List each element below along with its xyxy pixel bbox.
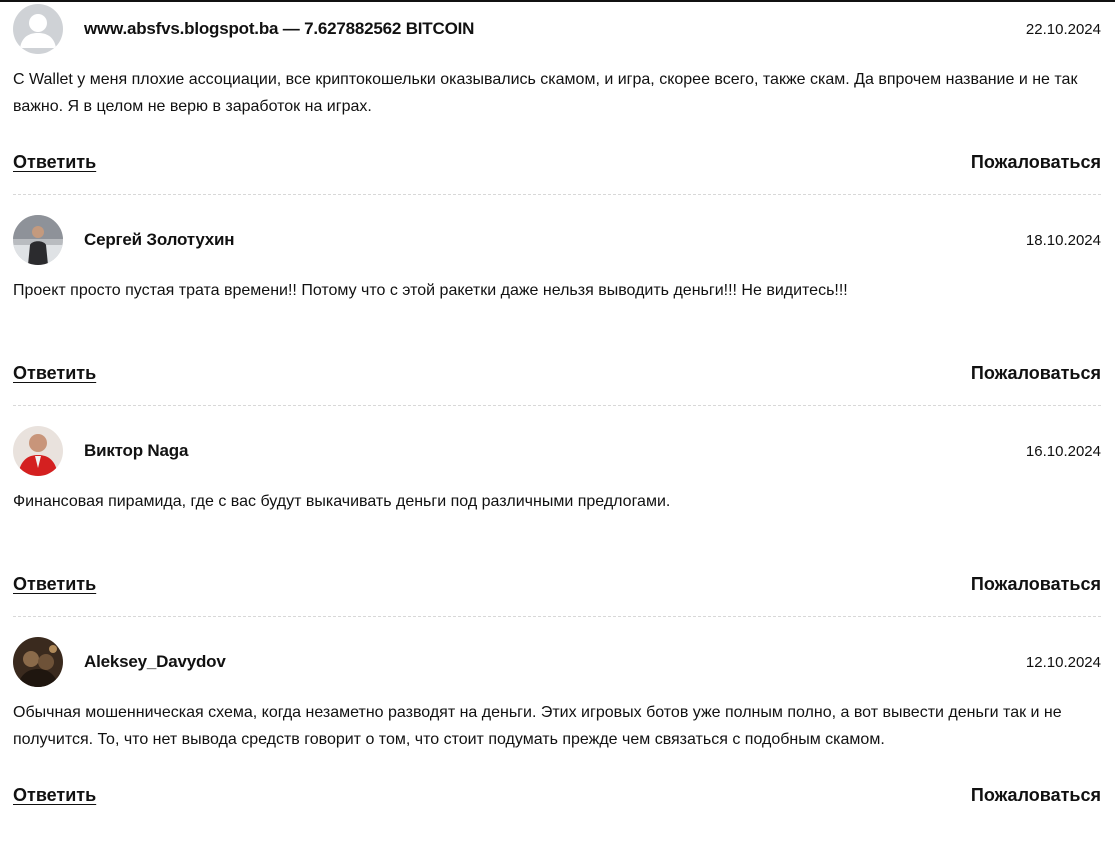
comment-author[interactable]: Сергей Золотухин xyxy=(84,230,235,250)
comment-actions: Ответить Пожаловаться xyxy=(13,152,1101,173)
comment-item: Виктор Naga 16.10.2024 Финансовая пирами… xyxy=(13,424,1101,635)
comment-item: www.absfvs.blogspot.ba — 7.627882562 BIT… xyxy=(13,2,1101,213)
comment-header: www.absfvs.blogspot.ba — 7.627882562 BIT… xyxy=(13,4,1101,54)
comment-text: Финансовая пирамида, где с вас будут вык… xyxy=(13,493,671,510)
comment-item: Сергей Золотухин 18.10.2024 Проект прост… xyxy=(13,213,1101,424)
user-avatar xyxy=(13,426,63,476)
comment-author[interactable]: Aleksey_Davydov xyxy=(84,652,226,672)
reply-button[interactable]: Ответить xyxy=(13,574,96,595)
user-avatar xyxy=(13,215,63,265)
comment-author[interactable]: www.absfvs.blogspot.ba — 7.627882562 BIT… xyxy=(84,19,474,39)
reply-button[interactable]: Ответить xyxy=(13,785,96,806)
comment-header: Aleksey_Davydov 12.10.2024 xyxy=(13,637,1101,687)
comment-author[interactable]: Виктор Naga xyxy=(84,441,188,461)
comment-text: Обычная мошенническая схема, когда незам… xyxy=(13,704,1062,748)
report-button[interactable]: Пожаловаться xyxy=(971,363,1101,384)
comment-header: Сергей Золотухин 18.10.2024 xyxy=(13,215,1101,265)
comment-header: Виктор Naga 16.10.2024 xyxy=(13,426,1101,476)
comment-actions: Ответить Пожаловаться xyxy=(13,574,1101,595)
comment-date: 16.10.2024 xyxy=(1025,442,1101,460)
comment-text: Проект просто пустая трата времени!! Пот… xyxy=(13,282,848,299)
comment-actions: Ответить Пожаловаться xyxy=(13,785,1101,806)
comment-date: 22.10.2024 xyxy=(1025,20,1101,38)
comment-text: С Wallet у меня плохие ассоциации, все к… xyxy=(13,71,1078,115)
report-button[interactable]: Пожаловаться xyxy=(971,785,1101,806)
reply-button[interactable]: Ответить xyxy=(13,363,96,384)
divider xyxy=(13,405,1101,406)
default-user-icon xyxy=(13,4,63,54)
reply-button[interactable]: Ответить xyxy=(13,152,96,173)
comment-date: 18.10.2024 xyxy=(1025,231,1101,249)
comment-item: Aleksey_Davydov 12.10.2024 Обычная мошен… xyxy=(13,635,1101,846)
user-avatar xyxy=(13,637,63,687)
comments-list: www.absfvs.blogspot.ba — 7.627882562 BIT… xyxy=(13,2,1101,846)
report-button[interactable]: Пожаловаться xyxy=(971,574,1101,595)
divider xyxy=(13,194,1101,195)
report-button[interactable]: Пожаловаться xyxy=(971,152,1101,173)
comment-actions: Ответить Пожаловаться xyxy=(13,363,1101,384)
comment-date: 12.10.2024 xyxy=(1025,653,1101,671)
divider xyxy=(13,616,1101,617)
